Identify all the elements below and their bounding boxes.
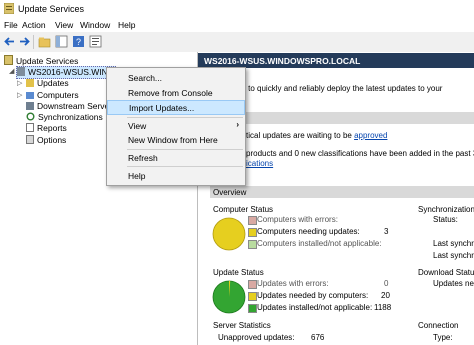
- downstream-servers-icon: [26, 102, 34, 110]
- context-menu: Search... Remove from Console Import Upd…: [106, 67, 246, 186]
- overview-strip: [210, 186, 474, 198]
- wsus-app-icon: [4, 3, 14, 14]
- show-hide-tree-icon[interactable]: [55, 35, 68, 48]
- needing-legend-swatch: [248, 228, 257, 237]
- updates-icon: [26, 79, 34, 87]
- forward-arrow-icon[interactable]: [18, 35, 31, 48]
- server-banner-title: WS2016-WSUS.WINDOWSPRO.LOCAL: [204, 56, 361, 66]
- overview-header: Overview: [213, 188, 247, 197]
- server-banner: WS2016-WSUS.WINDOWSPRO.LOCAL: [198, 53, 474, 68]
- toolbar-divider: [33, 35, 34, 49]
- tree-item-synchronizations[interactable]: Synchronizations: [26, 112, 103, 123]
- menu-view[interactable]: View: [55, 20, 73, 30]
- sync-status-label: Status:: [433, 215, 458, 224]
- toolbar: ?: [0, 32, 474, 53]
- connection-title: Connection: [418, 321, 459, 330]
- errors-legend-swatch: [248, 216, 257, 225]
- tree-item-reports[interactable]: Reports: [26, 123, 67, 134]
- last-sync-label-2: Last synchr: [433, 251, 474, 260]
- menu-help[interactable]: Help: [118, 20, 135, 30]
- classifications-link[interactable]: ications: [246, 159, 273, 168]
- updates-with-errors-label: Updates with errors:: [257, 279, 329, 288]
- menu-item-new-window[interactable]: New Window from Here: [107, 133, 245, 146]
- synchronization-title: Synchronization: [418, 205, 474, 214]
- tree-item-options[interactable]: Options: [26, 135, 66, 146]
- tree-item-downstream-servers[interactable]: Downstream Servers: [26, 101, 116, 112]
- critical-updates-text: tical updates are waiting to be approved: [246, 131, 388, 140]
- approved-link[interactable]: approved: [354, 131, 387, 140]
- title-bar: Update Services: [0, 0, 474, 18]
- tree-root[interactable]: Update Services: [4, 55, 78, 66]
- update-status-title: Update Status: [213, 268, 264, 277]
- download-status-title: Download Status: [418, 268, 474, 277]
- computers-with-errors-label: Computers with errors:: [257, 215, 338, 224]
- computer-status-title: Computer Status: [213, 205, 274, 214]
- tree-item-label: Synchronizations: [38, 112, 103, 122]
- download-updates-label: Updates ne: [433, 279, 474, 288]
- collapse-chevron-icon[interactable]: ◢: [9, 67, 14, 75]
- expand-chevron-icon[interactable]: ▷: [17, 79, 22, 87]
- help-icon[interactable]: ?: [72, 35, 85, 48]
- last-sync-label-1: Last synchr: [433, 239, 474, 248]
- svg-text:?: ?: [76, 37, 81, 47]
- up-folder-icon[interactable]: [38, 35, 51, 48]
- menu-item-search[interactable]: Search...: [107, 71, 245, 84]
- tree-item-label: Updates: [37, 78, 69, 88]
- connection-type-label: Type:: [433, 333, 453, 342]
- unapproved-updates-value: 676: [311, 333, 325, 342]
- server-statistics-title: Server Statistics: [213, 321, 271, 330]
- update-needed-legend-swatch: [248, 292, 257, 301]
- submenu-arrow-icon: ›: [236, 120, 239, 129]
- tree-item-updates[interactable]: Updates: [26, 78, 69, 89]
- menu-action[interactable]: Action: [22, 20, 46, 30]
- updates-with-errors-value: 0: [384, 279, 389, 288]
- installed-legend-swatch: [248, 240, 257, 249]
- menu-bar: File Action View Window Help: [0, 18, 474, 32]
- options-icon: [26, 135, 34, 144]
- wsus-root-icon: [4, 55, 13, 65]
- computers-icon: [26, 92, 34, 99]
- tree-server-label: WS2016-WSUS.WINDOWSPRO.LOCAL: [28, 67, 115, 77]
- menu-item-import-updates[interactable]: Import Updates...: [107, 100, 245, 115]
- menu-separator: [127, 117, 243, 118]
- computer-status-pie: [212, 217, 246, 251]
- menu-separator: [127, 149, 243, 150]
- updates-installed-label: Updates installed/not applicable:: [257, 303, 373, 312]
- update-installed-legend-swatch: [248, 304, 257, 313]
- tree-root-label: Update Services: [16, 56, 79, 66]
- classifications-text: products and 0 new classifications have …: [246, 149, 474, 158]
- reports-icon: [26, 123, 34, 132]
- update-status-pie: [212, 280, 246, 314]
- updates-needed-label: Updates needed by computers:: [257, 291, 369, 300]
- update-errors-legend-swatch: [248, 280, 257, 289]
- menu-file[interactable]: File: [4, 20, 18, 30]
- server-icon: [17, 67, 25, 76]
- sync-icon: [26, 112, 35, 121]
- window-title: Update Services: [18, 4, 85, 14]
- updates-needed-value: 20: [381, 291, 390, 300]
- computers-installed-label: Computers installed/not applicable:: [257, 239, 382, 248]
- properties-icon[interactable]: [89, 35, 102, 48]
- expand-chevron-icon[interactable]: ▷: [17, 91, 22, 99]
- tree-item-label: Options: [37, 135, 67, 145]
- unapproved-updates-label: Unapproved updates:: [218, 333, 295, 342]
- to-do-strip: [244, 112, 474, 124]
- menu-window[interactable]: Window: [80, 20, 110, 30]
- computers-needing-updates-label: Computers needing updates:: [257, 227, 360, 236]
- menu-item-remove-from-console[interactable]: Remove from Console: [107, 86, 245, 99]
- menu-item-view[interactable]: View ›: [107, 119, 245, 132]
- tree-item-computers[interactable]: Computers: [26, 90, 79, 101]
- back-arrow-icon[interactable]: [3, 35, 16, 48]
- tree-item-label: Computers: [37, 90, 79, 100]
- menu-separator: [127, 166, 243, 167]
- menu-item-help[interactable]: Help: [107, 169, 245, 182]
- menu-item-refresh[interactable]: Refresh: [107, 151, 245, 164]
- updates-installed-value: 1188: [374, 303, 392, 312]
- computers-needing-updates-value: 3: [384, 227, 389, 236]
- tree-item-label: Downstream Servers: [37, 101, 117, 111]
- tree-item-label: Reports: [37, 123, 67, 133]
